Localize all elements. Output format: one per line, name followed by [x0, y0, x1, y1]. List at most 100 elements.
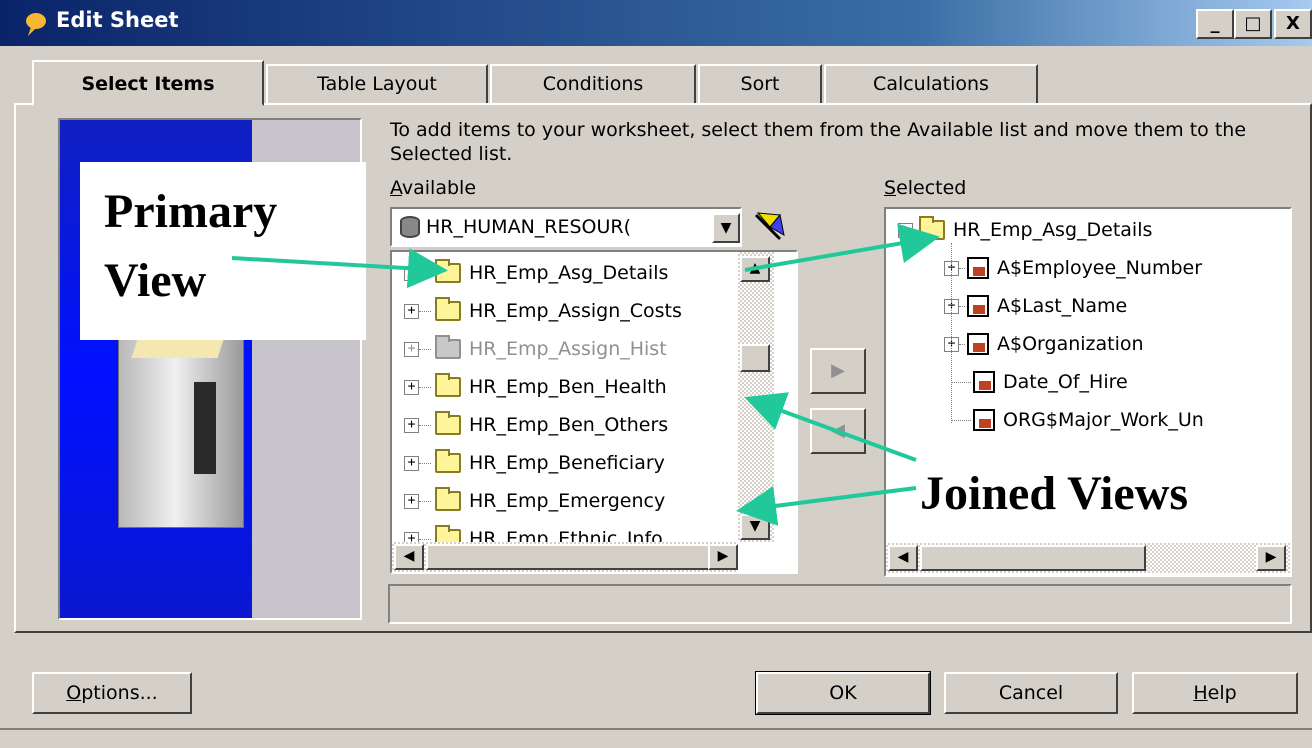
tree-connector [419, 348, 431, 350]
tab-sort[interactable]: Sort [698, 64, 822, 104]
list-item[interactable]: + HR_Emp_Ben_Health [392, 368, 667, 406]
primary-view-annotation: Primary View [80, 162, 366, 340]
item-icon [967, 295, 989, 317]
available-horizontal-scrollbar[interactable]: ◀ ▶ [392, 542, 738, 572]
folder-icon [435, 373, 461, 397]
scroll-left-icon[interactable]: ◀ [888, 545, 918, 571]
list-item[interactable]: + HR_Emp_Asg_Details [392, 254, 668, 292]
move-left-button[interactable]: ◀ [810, 408, 866, 454]
folder-icon [435, 449, 461, 473]
help-mnemonic: H [1193, 682, 1208, 704]
folder-icon [435, 259, 461, 283]
tree-item[interactable]: + A$Organization [930, 325, 1144, 363]
find-items-button[interactable] [750, 205, 790, 247]
move-right-button[interactable]: ▶ [810, 348, 866, 394]
tree-item-label: A$Employee_Number [997, 257, 1203, 279]
tab-table-layout[interactable]: Table Layout [266, 64, 488, 104]
expand-icon[interactable]: + [404, 265, 419, 281]
options-mnemonic: O [66, 682, 82, 704]
tree-item[interactable]: + A$Last_Name [930, 287, 1127, 325]
selected-horizontal-scrollbar[interactable]: ◀ ▶ [886, 543, 1290, 573]
options-button[interactable]: Options... [32, 672, 192, 714]
chevron-down-icon[interactable]: ▼ [712, 213, 740, 243]
item-icon [967, 257, 989, 279]
tree-item-label: A$Organization [997, 333, 1144, 355]
scroll-thumb[interactable] [740, 344, 770, 372]
list-item[interactable]: + HR_Emp_Assign_Costs [392, 292, 682, 330]
expand-icon[interactable]: + [404, 341, 419, 357]
maximize-button[interactable]: □ [1234, 9, 1272, 39]
selected-label-rest: elected [896, 177, 967, 199]
item-icon [973, 371, 995, 393]
options-label: ptions... [81, 682, 158, 704]
tree-connector [951, 419, 971, 421]
available-vertical-scrollbar[interactable]: ▲ ▼ [738, 252, 774, 542]
expand-icon[interactable]: + [404, 493, 419, 509]
available-label-mnemonic: A [390, 177, 402, 199]
title-bar[interactable] [0, 0, 1312, 46]
joined-views-annotation: Joined Views [914, 462, 1266, 526]
tree-connector [419, 386, 431, 388]
tree-connector [959, 305, 965, 307]
scroll-right-icon[interactable]: ▶ [708, 544, 738, 570]
scroll-thumb[interactable] [920, 545, 1146, 571]
instructions-text: To add items to your worksheet, select t… [390, 119, 1247, 165]
close-button[interactable]: X [1274, 9, 1312, 39]
tab-select-items[interactable]: Select Items [32, 60, 264, 106]
tree-connector [419, 424, 431, 426]
minimize-button[interactable]: _ [1196, 9, 1234, 39]
list-item[interactable]: + HR_Emp_Assign_Hist [392, 330, 667, 368]
tab-conditions[interactable]: Conditions [490, 64, 696, 104]
help-label: elp [1207, 682, 1237, 704]
tree-connector [419, 462, 431, 464]
list-item-label: HR_Emp_Ben_Health [469, 376, 667, 398]
database-icon [400, 216, 420, 238]
tree-item[interactable]: ORG$Major_Work_Un [930, 401, 1204, 439]
tree-item-label: A$Last_Name [997, 295, 1128, 317]
list-item[interactable]: + HR_Emp_Ben_Others [392, 406, 668, 444]
scroll-down-icon[interactable]: ▼ [740, 514, 770, 540]
tree-item[interactable]: Date_Of_Hire [930, 363, 1128, 401]
scroll-thumb[interactable] [426, 544, 710, 570]
tree-connector [951, 381, 971, 383]
item-description-field [388, 584, 1292, 624]
tree-root-label: HR_Emp_Asg_Details [953, 219, 1153, 241]
list-item-label: HR_Emp_Assign_Costs [469, 300, 682, 322]
expand-icon[interactable]: + [404, 379, 419, 395]
list-item-label: HR_Emp_Emergency [469, 490, 666, 512]
scroll-left-icon[interactable]: ◀ [394, 544, 424, 570]
tree-connector [959, 267, 965, 269]
tree-connector [419, 500, 431, 502]
tree-item-label: ORG$Major_Work_Un [1003, 409, 1204, 431]
scroll-up-icon[interactable]: ▲ [740, 256, 770, 282]
folder-icon [435, 487, 461, 511]
scroll-right-icon[interactable]: ▶ [1256, 545, 1286, 571]
ok-button[interactable]: OK [755, 671, 931, 715]
business-area-dropdown[interactable]: HR_HUMAN_RESOUR( ▼ [390, 207, 742, 247]
folder-open-icon [919, 216, 945, 240]
tab-calculations[interactable]: Calculations [824, 64, 1038, 104]
list-item[interactable]: + HR_Emp_Emergency [392, 482, 665, 520]
item-icon [967, 333, 989, 355]
selected-label-mnemonic: S [884, 177, 897, 199]
expand-icon[interactable]: + [404, 303, 419, 319]
tree-item[interactable]: + A$Employee_Number [930, 249, 1202, 287]
folder-icon [435, 411, 461, 435]
item-icon [973, 409, 995, 431]
list-item[interactable]: + HR_Emp_Beneficiary [392, 444, 665, 482]
tree-vertical-line [951, 243, 952, 423]
list-item-label: HR_Emp_Beneficiary [469, 452, 665, 474]
tree-connector [419, 272, 431, 274]
tree-root[interactable]: − HR_Emp_Asg_Details [886, 211, 1152, 249]
app-icon [22, 10, 50, 38]
expand-icon[interactable]: + [404, 417, 419, 433]
available-list[interactable]: + HR_Emp_Asg_Details + HR_Emp_Assign_Costs… [390, 250, 798, 574]
list-item-label: HR_Emp_Ben_Others [469, 414, 669, 436]
primary-view-line1: Primary [104, 185, 278, 238]
tree-connector [419, 538, 431, 540]
window-title: Edit Sheet [56, 8, 179, 32]
cancel-button[interactable]: Cancel [944, 672, 1118, 714]
collapse-icon[interactable]: − [898, 222, 913, 238]
expand-icon[interactable]: + [404, 455, 419, 471]
help-button[interactable]: Help [1132, 672, 1298, 714]
